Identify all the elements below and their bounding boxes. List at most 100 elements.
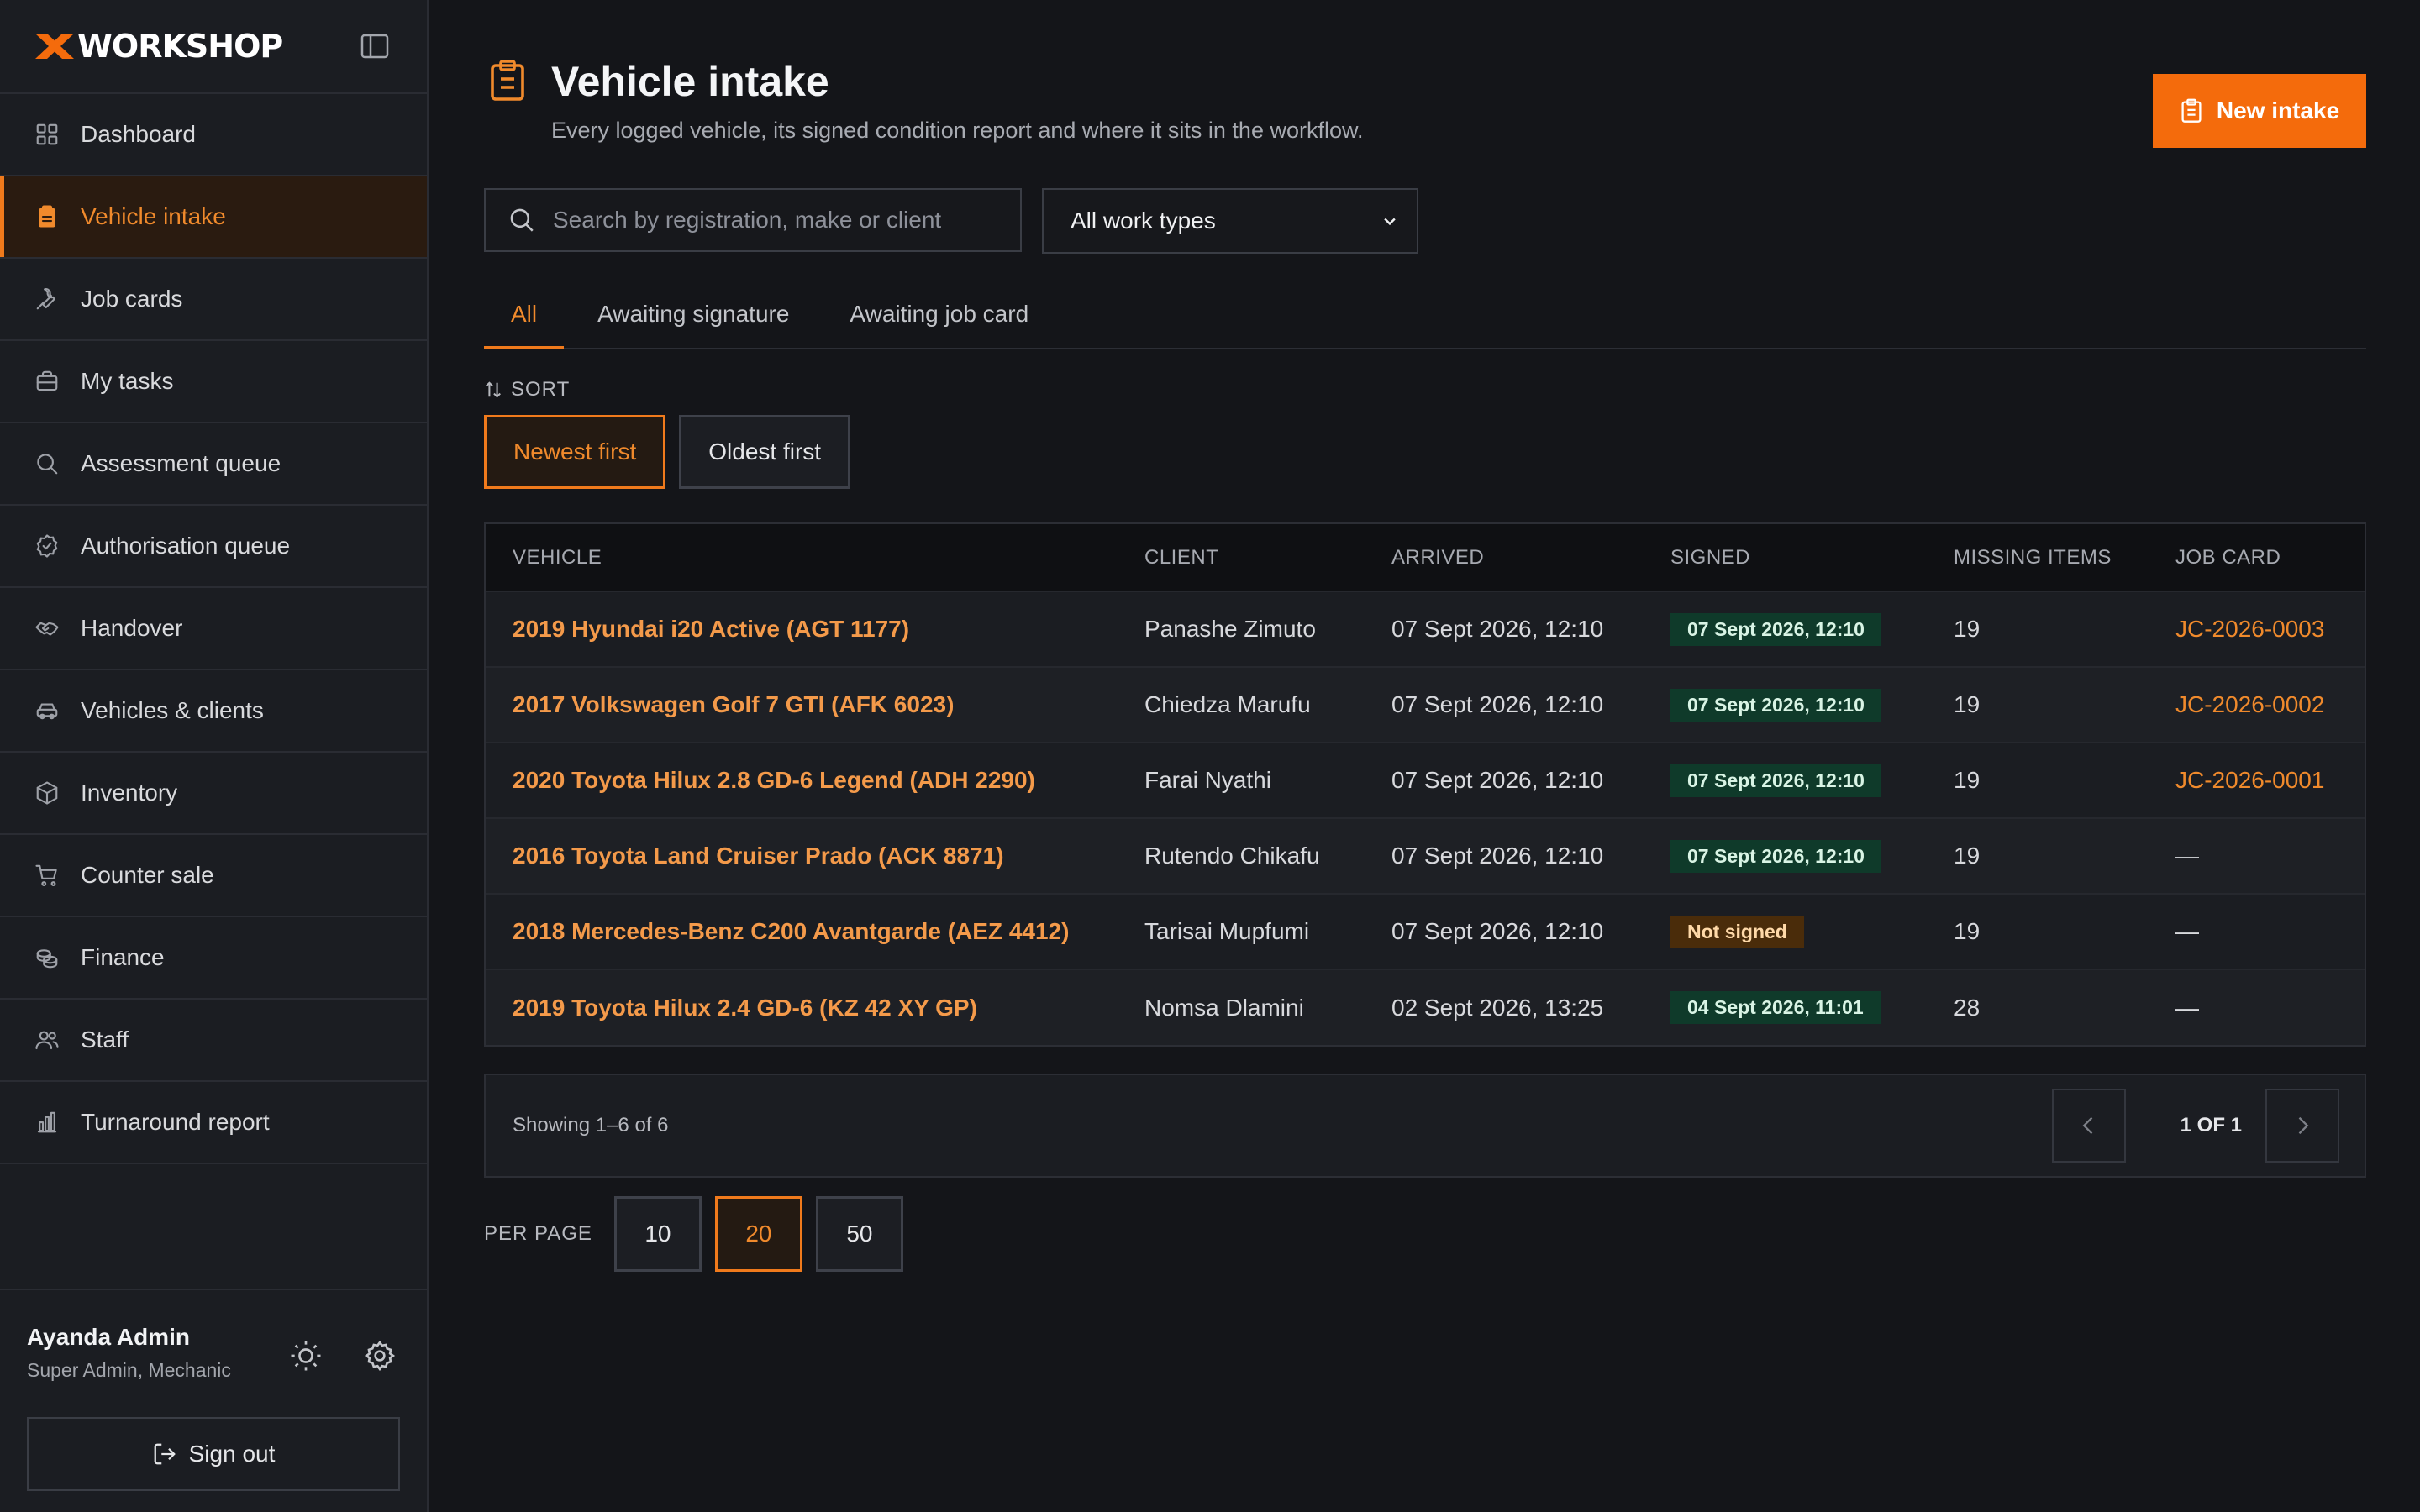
client-name: Panashe Zimuto: [1144, 616, 1316, 642]
column-header-job-card[interactable]: JOB CARD: [2149, 524, 2365, 591]
grid-icon: [34, 121, 60, 148]
per-page-label: PER PAGE: [484, 1222, 592, 1245]
status-badge: 04 Sept 2026, 11:01: [1670, 991, 1881, 1024]
search-box: [484, 188, 1022, 252]
column-header-arrived[interactable]: ARRIVED: [1365, 524, 1644, 591]
sidebar-item-label: Dashboard: [81, 121, 196, 147]
client-name: Farai Nyathi: [1144, 767, 1271, 793]
user-name: Ayanda Admin: [27, 1324, 190, 1350]
table-row[interactable]: 2020 Toyota Hilux 2.8 GD-6 Legend (ADH 2…: [486, 743, 2365, 818]
search-icon: [34, 450, 60, 477]
sort-oldest-button[interactable]: Oldest first: [679, 415, 851, 489]
sign-out-label: Sign out: [188, 1441, 276, 1467]
column-header-vehicle[interactable]: VEHICLE: [486, 524, 1118, 591]
missing-items-count: 19: [1954, 918, 1981, 944]
sort-arrows-icon: [486, 381, 501, 398]
column-header-signed[interactable]: SIGNED: [1644, 524, 1927, 591]
sidebar-item-turnaround-report[interactable]: Turnaround report: [0, 1082, 427, 1164]
sidebar-item-label: Vehicles & clients: [81, 697, 264, 723]
client-name: Chiedza Marufu: [1144, 691, 1311, 717]
tab-awaiting-signature[interactable]: Awaiting signature: [571, 282, 816, 349]
sidebar-item-finance[interactable]: Finance: [0, 917, 427, 1000]
vehicle-link[interactable]: 2018 Mercedes-Benz C200 Avantgarde (AEZ …: [486, 894, 1118, 969]
job-card-link[interactable]: JC-2026-0001: [2149, 743, 2365, 818]
sidebar-item-dashboard[interactable]: Dashboard: [0, 94, 427, 176]
sort-label: SORT: [484, 378, 570, 402]
vehicle-link[interactable]: 2020 Toyota Hilux 2.8 GD-6 Legend (ADH 2…: [486, 743, 1118, 818]
sidebar-item-handover[interactable]: Handover: [0, 588, 427, 670]
chevron-right-icon: [2298, 1116, 2309, 1135]
previous-page-button[interactable]: [2052, 1089, 2126, 1163]
arrived-date: 07 Sept 2026, 12:10: [1392, 616, 1604, 642]
column-header-client[interactable]: CLIENT: [1118, 524, 1365, 591]
per-page-20-button[interactable]: 20: [714, 1196, 802, 1272]
logo[interactable]: WORKSHOP: [34, 28, 283, 65]
sidebar-item-vehicles-and-clients[interactable]: Vehicles & clients: [0, 670, 427, 753]
sidebar-item-label: Job cards: [81, 286, 183, 312]
sidebar-item-my-tasks[interactable]: My tasks: [0, 341, 427, 423]
sidebar-item-staff[interactable]: Staff: [0, 1000, 427, 1082]
sidebar-item-inventory[interactable]: Inventory: [0, 753, 427, 835]
sort-newest-button[interactable]: Newest first: [484, 415, 666, 489]
sign-out-icon: [154, 1443, 176, 1465]
job-card-link[interactable]: JC-2026-0002: [2149, 667, 2365, 743]
vehicle-link[interactable]: 2017 Volkswagen Golf 7 GTI (AFK 6023): [486, 667, 1118, 743]
signed-cell: 07 Sept 2026, 12:10: [1644, 591, 1927, 667]
table-row[interactable]: 2018 Mercedes-Benz C200 Avantgarde (AEZ …: [486, 894, 2365, 969]
status-tabs: All Awaiting signature Awaiting job card: [484, 282, 2366, 349]
per-page-10-button[interactable]: 10: [613, 1196, 702, 1272]
car-icon: [34, 697, 60, 724]
column-header-missing-items[interactable]: MISSING ITEMS: [1927, 524, 2149, 591]
wrench-icon: [34, 286, 60, 312]
gear-icon[interactable]: [363, 1339, 397, 1373]
work-type-select[interactable]: All work types: [1042, 188, 1418, 254]
job-card-link[interactable]: JC-2026-0003: [2149, 591, 2365, 667]
sidebar-item-label: My tasks: [81, 368, 174, 394]
sort-options: Newest first Oldest first: [484, 415, 851, 489]
search-input[interactable]: [553, 207, 1007, 234]
user-panel: Ayanda Admin Super Admin, Mechanic Sign …: [0, 1289, 427, 1512]
missing-items-count: 19: [1954, 843, 1981, 869]
client-name: Nomsa Dlamini: [1144, 994, 1304, 1021]
clipboard-icon: [34, 203, 60, 230]
sidebar-item-job-cards[interactable]: Job cards: [0, 259, 427, 341]
table-row[interactable]: 2016 Toyota Land Cruiser Prado (ACK 8871…: [486, 818, 2365, 894]
per-page-50-button[interactable]: 50: [815, 1196, 903, 1272]
handshake-icon: [34, 615, 60, 642]
arrived-date: 07 Sept 2026, 12:10: [1392, 918, 1604, 944]
vehicle-link[interactable]: 2019 Toyota Hilux 2.4 GD-6 (KZ 42 XY GP): [486, 969, 1118, 1045]
status-badge: 07 Sept 2026, 12:10: [1670, 612, 1881, 646]
work-type-value: All work types: [1071, 207, 1216, 234]
status-badge: 07 Sept 2026, 12:10: [1670, 688, 1881, 722]
sidebar-item-vehicle-intake[interactable]: Vehicle intake: [0, 176, 427, 259]
signed-cell: 04 Sept 2026, 11:01: [1644, 969, 1927, 1045]
sign-out-button[interactable]: Sign out: [27, 1417, 400, 1491]
table-row[interactable]: 2019 Toyota Hilux 2.4 GD-6 (KZ 42 XY GP)…: [486, 969, 2365, 1045]
vehicle-link[interactable]: 2016 Toyota Land Cruiser Prado (ACK 8871…: [486, 818, 1118, 894]
sidebar-item-authorisation-queue[interactable]: Authorisation queue: [0, 506, 427, 588]
page-header: Vehicle intake Every logged vehicle, its…: [484, 57, 2366, 158]
sidebar-item-assessment-queue[interactable]: Assessment queue: [0, 423, 427, 506]
brand-bar: WORKSHOP: [0, 0, 427, 94]
sidebar-item-counter-sale[interactable]: Counter sale: [0, 835, 427, 917]
sidebar-collapse-icon[interactable]: [360, 33, 390, 60]
sidebar-item-label: Staff: [81, 1026, 129, 1053]
next-page-button[interactable]: [2265, 1089, 2339, 1163]
chevron-down-icon: [1384, 218, 1396, 226]
logo-text: WORKSHOP: [77, 28, 283, 65]
client-name: Rutendo Chikafu: [1144, 843, 1320, 869]
page-title: Vehicle intake: [551, 58, 829, 105]
chevron-left-icon: [2082, 1116, 2093, 1135]
tab-all[interactable]: All: [484, 282, 565, 349]
box-icon: [34, 780, 60, 806]
vehicle-link[interactable]: 2019 Hyundai i20 Active (AGT 1177): [486, 591, 1118, 667]
new-intake-button[interactable]: New intake: [2153, 74, 2366, 148]
table-row[interactable]: 2019 Hyundai i20 Active (AGT 1177) Panash…: [486, 591, 2365, 667]
table-row[interactable]: 2017 Volkswagen Golf 7 GTI (AFK 6023) Chi…: [486, 667, 2365, 743]
cart-icon: [34, 862, 60, 889]
tab-awaiting-job-card[interactable]: Awaiting job card: [823, 282, 1055, 349]
missing-items-count: 28: [1954, 994, 1981, 1021]
sun-icon[interactable]: [289, 1339, 323, 1373]
clipboard-icon: [2181, 98, 2202, 123]
briefcase-icon: [34, 368, 60, 395]
